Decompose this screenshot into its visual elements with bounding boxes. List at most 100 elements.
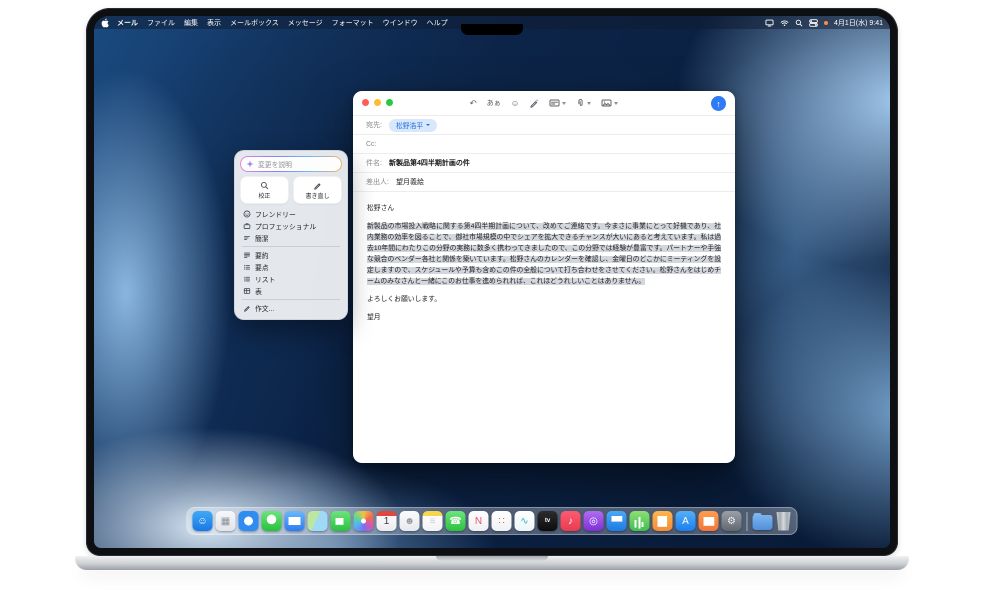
option-label: プロフェッショナル: [255, 221, 316, 231]
briefcase-icon: [243, 222, 251, 230]
option-list[interactable]: リスト: [240, 273, 342, 285]
dock-facetime-icon[interactable]: [331, 511, 351, 531]
dock-books-icon[interactable]: [699, 511, 719, 531]
minimize-button[interactable]: [374, 99, 381, 106]
attach-button[interactable]: [576, 98, 591, 108]
subject-field-row[interactable]: 件名: 新製品第4四半期計画の件: [353, 154, 735, 173]
mail-compose-window: ↶ あぁ ☺: [353, 91, 735, 463]
divider: [242, 299, 340, 300]
to-field-row[interactable]: 宛先: 松野浩平: [353, 116, 735, 135]
dock-numbers-icon[interactable]: [630, 511, 650, 531]
menubar-menu-2[interactable]: ファイル: [147, 18, 175, 28]
key-points-icon: [243, 263, 251, 271]
compose-pencil-icon: [243, 304, 251, 312]
window-titlebar[interactable]: ↶ あぁ ☺: [353, 91, 735, 116]
dock-apps: ☺▦ 1☻≡☎N∷∿tv♪◎ A ⚙: [193, 511, 742, 531]
dock-photos-icon[interactable]: [354, 511, 374, 531]
dock-notes-icon[interactable]: ≡: [423, 511, 443, 531]
body-closing: よろしくお願いします。: [367, 294, 721, 305]
dock-phone-icon[interactable]: ☎: [446, 511, 466, 531]
recipient-name: 松野浩平: [396, 120, 423, 130]
traffic-lights: [362, 99, 393, 106]
dock-finder-icon[interactable]: ☺: [193, 511, 213, 531]
option-professional[interactable]: プロフェッショナル: [240, 220, 342, 232]
cc-field-row[interactable]: Cc:: [353, 135, 735, 154]
dock-appstore-icon[interactable]: A: [676, 511, 696, 531]
dock-calendar-icon[interactable]: 1: [377, 511, 397, 531]
dock-mail-icon[interactable]: [285, 511, 305, 531]
recipient-chip[interactable]: 松野浩平: [389, 119, 437, 132]
control-center-icon[interactable]: [809, 19, 818, 27]
describe-change-input[interactable]: 変更を説明: [241, 157, 341, 171]
proofread-button[interactable]: 校正: [240, 176, 289, 204]
send-button[interactable]: ↑: [711, 96, 726, 111]
option-concise[interactable]: 簡潔: [240, 232, 342, 244]
option-label: 要点: [255, 262, 269, 272]
menubar-menu-1[interactable]: メール: [117, 18, 138, 28]
display-icon[interactable]: [765, 19, 774, 27]
dock-downloads-icon[interactable]: [753, 515, 773, 530]
dock-podcasts-icon[interactable]: ◎: [584, 511, 604, 531]
dock-reminders-icon[interactable]: ∷: [492, 511, 512, 531]
writing-tools-options: フレンドリー プロフェッショナル 簡潔 要約: [240, 208, 342, 314]
wifi-icon[interactable]: [780, 19, 789, 27]
menubar-menu-5[interactable]: メールボックス: [230, 18, 279, 28]
smiley-icon: [243, 210, 251, 218]
emoji-button[interactable]: ☺: [511, 99, 520, 108]
dock-launchpad-icon[interactable]: ▦: [216, 511, 236, 531]
sparkle-icon: [246, 160, 254, 168]
header-fields-button[interactable]: [549, 98, 566, 108]
message-body[interactable]: 松野さん 新製品の市場投入戦略に関する第4四半期計画について、改めてご連絡です。…: [353, 192, 735, 341]
dock-tv-icon[interactable]: tv: [538, 511, 558, 531]
dock-pages-icon[interactable]: [653, 511, 673, 531]
dock-messages-icon[interactable]: [262, 511, 282, 531]
dock-contacts-icon[interactable]: ☻: [400, 511, 420, 531]
menubar-clock[interactable]: 4月1日(水) 9:41: [834, 18, 883, 28]
dock-maps-icon[interactable]: [308, 511, 328, 531]
screen-bezel: メールファイル編集表示メールボックスメッセージフォーマットウインドウヘルプ: [86, 8, 898, 556]
format-button[interactable]: あぁ: [487, 100, 501, 107]
dock-trash-icon[interactable]: [776, 512, 792, 531]
cc-label: Cc:: [366, 141, 377, 148]
camera-notch: [461, 24, 523, 35]
mic-indicator-icon: [824, 21, 828, 25]
body-signature: 望月: [367, 312, 721, 323]
apple-menu-icon[interactable]: [101, 18, 109, 28]
menubar-menu-8[interactable]: ウインドウ: [383, 18, 418, 28]
from-field-row[interactable]: 差出人: 望月義絵: [353, 173, 735, 192]
dock-news-icon[interactable]: N: [469, 511, 489, 531]
option-key-points[interactable]: 要点: [240, 261, 342, 273]
lid-notch: [436, 556, 548, 561]
search-icon[interactable]: [795, 19, 803, 27]
media-browser-button[interactable]: [601, 98, 618, 108]
menubar-menu-9[interactable]: ヘルプ: [427, 18, 448, 28]
chevron-down-icon: [426, 124, 430, 126]
dock-keynote-icon[interactable]: [607, 511, 627, 531]
dock-settings-icon[interactable]: ⚙: [722, 511, 742, 531]
menubar-menu-3[interactable]: 編集: [184, 18, 198, 28]
zoom-button[interactable]: [386, 99, 393, 106]
option-label: 表: [255, 286, 262, 296]
option-table[interactable]: 表: [240, 285, 342, 297]
menubar-menu-4[interactable]: 表示: [207, 18, 221, 28]
option-summary[interactable]: 要約: [240, 249, 342, 261]
menubar-menu-7[interactable]: フォーマット: [332, 18, 374, 28]
dock-music-icon[interactable]: ♪: [561, 511, 581, 531]
option-label: 簡潔: [255, 233, 269, 243]
writing-tools-button[interactable]: [529, 98, 539, 108]
rewrite-icon: [313, 181, 322, 190]
rewrite-button[interactable]: 書き直し: [293, 176, 342, 204]
photo-background: メールファイル編集表示メールボックスメッセージフォーマットウインドウヘルプ: [0, 0, 982, 598]
undo-button[interactable]: ↶: [470, 99, 477, 108]
option-compose[interactable]: 作文...: [240, 302, 342, 314]
from-value: 望月義絵: [396, 177, 424, 187]
desktop-screen: メールファイル編集表示メールボックスメッセージフォーマットウインドウヘルプ: [94, 16, 890, 548]
menubar-menu-6[interactable]: メッセージ: [288, 18, 323, 28]
close-button[interactable]: [362, 99, 369, 106]
dock-safari-icon[interactable]: [239, 511, 259, 531]
dock-freeform-icon[interactable]: ∿: [515, 511, 535, 531]
photo-icon: [601, 98, 612, 108]
proofread-label: 校正: [258, 191, 270, 200]
laptop-base: [75, 556, 909, 570]
option-friendly[interactable]: フレンドリー: [240, 208, 342, 220]
